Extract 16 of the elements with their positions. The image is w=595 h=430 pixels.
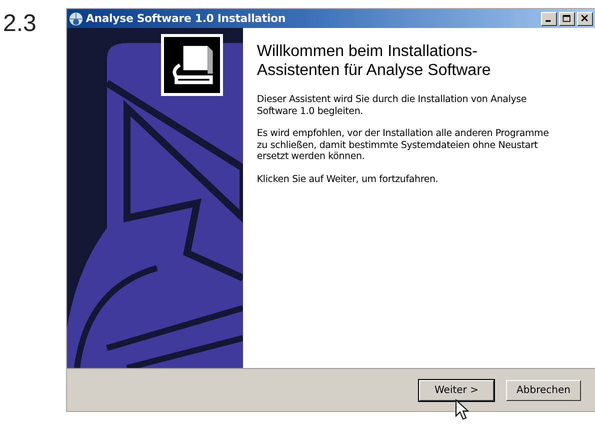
computer-install-icon — [160, 34, 223, 96]
mouse-pointer-icon — [454, 399, 469, 421]
dialog-button[interactable]: Abbrechen — [506, 380, 581, 400]
minimize-button[interactable] — [541, 12, 557, 26]
close-icon — [580, 14, 590, 23]
maximize-icon — [562, 14, 572, 23]
body-text: Dieser Assistent wird Sie durch die Installation von Analyse Software 1.0 begleiten. — [256, 94, 528, 117]
maximize-button[interactable] — [559, 12, 575, 26]
section-number: 2.3 — [2, 9, 38, 38]
dialog-button[interactable]: Weiter > — [419, 380, 494, 400]
close-button[interactable] — [577, 12, 593, 26]
body-text: Es wird empfohlen, vor der Installation alle anderen Programme zu schließen, damit bestimmte Systemdateien ohne Neustart ersetzt werden können. — [256, 128, 550, 162]
body-text: Klicken Sie auf Weiter, um fortzufahren. — [256, 174, 440, 185]
welcome-heading: Assistenten für Analyse Software — [256, 61, 492, 80]
welcome-heading: Willkommen beim Installations- — [256, 42, 478, 61]
window-title: Analyse Software 1.0 Installation — [86, 12, 287, 25]
